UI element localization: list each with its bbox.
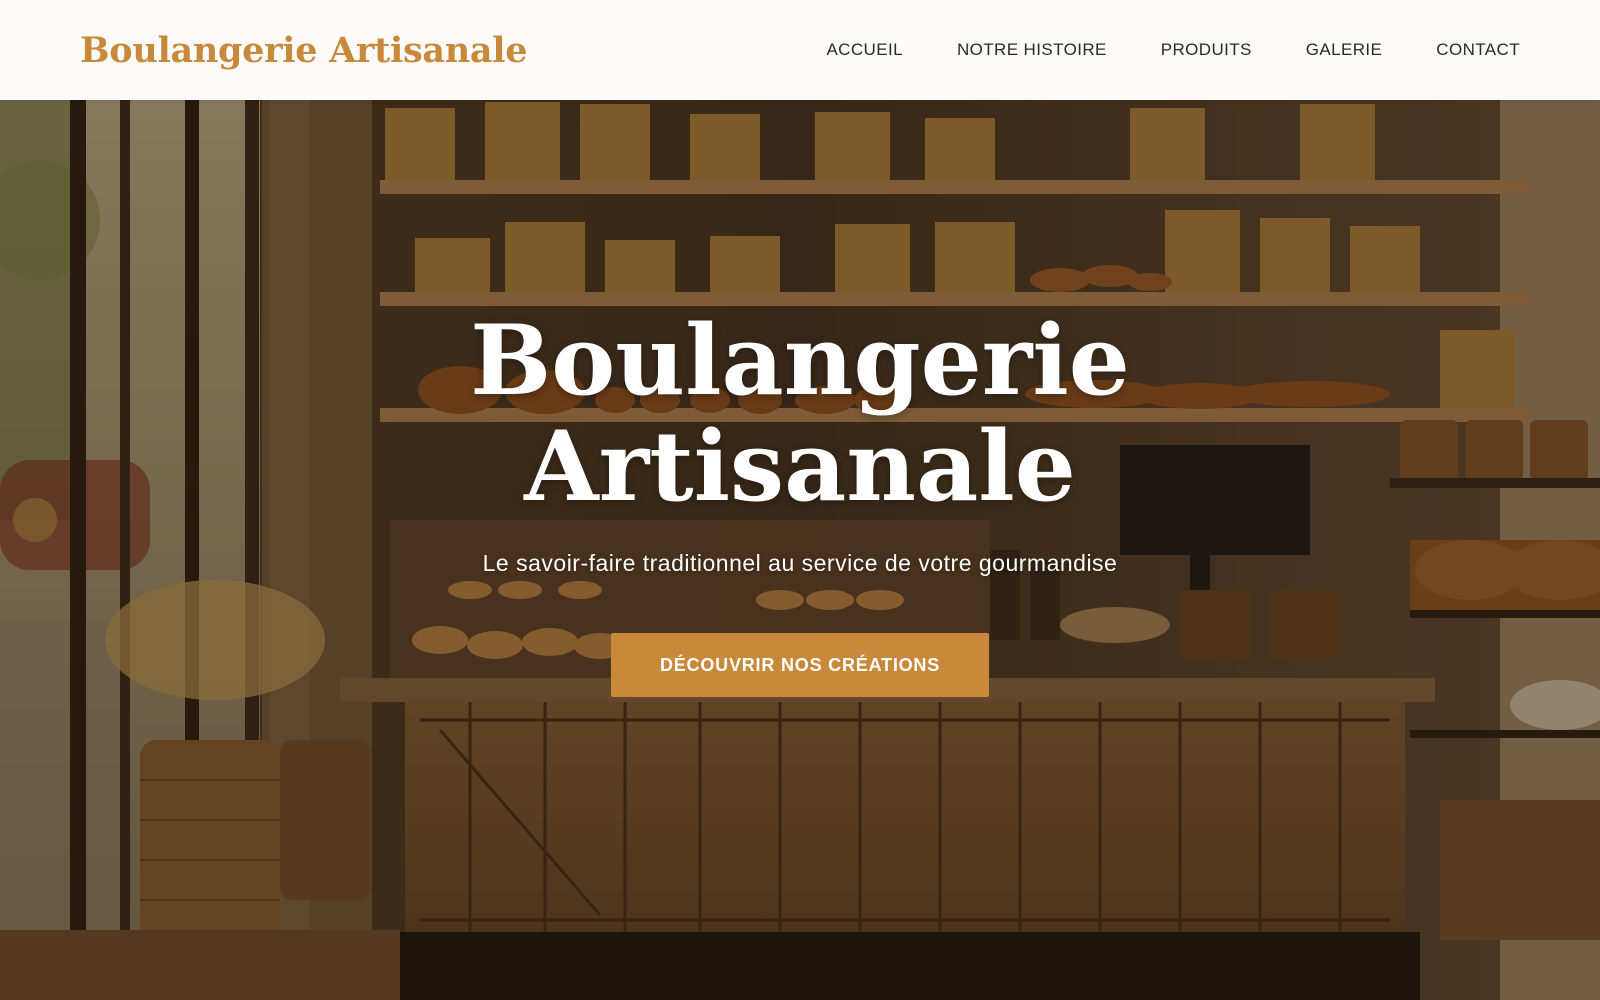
nav-link-notre-histoire[interactable]: NOTRE HISTOIRE [957, 40, 1107, 59]
nav-item-accueil: ACCUEIL [826, 40, 903, 60]
nav-link-contact[interactable]: CONTACT [1436, 40, 1520, 59]
main-nav: ACCUEIL NOTRE HISTOIRE PRODUITS GALERIE … [826, 40, 1520, 60]
nav-link-accueil[interactable]: ACCUEIL [826, 40, 903, 59]
discover-creations-button[interactable]: DÉCOUVRIR NOS CRÉATIONS [611, 633, 989, 697]
nav-item-contact: CONTACT [1436, 40, 1520, 60]
hero-title: Boulangerie Artisanale [470, 304, 1130, 523]
nav-item-produits: PRODUITS [1161, 40, 1252, 60]
hero-content: Boulangerie Artisanale Le savoir-faire t… [0, 100, 1600, 1000]
nav-link-galerie[interactable]: GALERIE [1306, 40, 1383, 59]
nav-link-produits[interactable]: PRODUITS [1161, 40, 1252, 59]
hero-section: Boulangerie Artisanale Le savoir-faire t… [0, 100, 1600, 1000]
site-header: Boulangerie Artisanale ACCUEIL NOTRE HIS… [0, 0, 1600, 100]
nav-item-galerie: GALERIE [1306, 40, 1383, 60]
nav-item-histoire: NOTRE HISTOIRE [957, 40, 1107, 60]
hero-subtitle: Le savoir-faire traditionnel au service … [482, 550, 1118, 576]
site-logo[interactable]: Boulangerie Artisanale [80, 30, 528, 71]
